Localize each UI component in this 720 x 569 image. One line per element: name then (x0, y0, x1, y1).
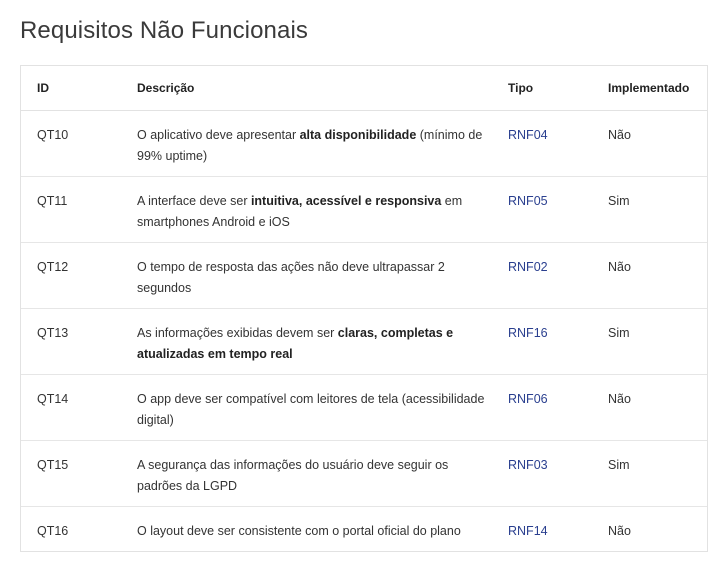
cell-implementado: Sim (592, 440, 707, 507)
table-body: QT10 O aplicativo deve apresentar alta di… (21, 110, 707, 551)
cell-implementado: Não (592, 374, 707, 441)
table-header: ID Descrição Tipo Implementado (21, 66, 707, 111)
cell-descricao: A segurança das informações do usuário d… (121, 440, 492, 507)
page-title: Requisitos Não Funcionais (20, 17, 308, 44)
cell-tipo: RNF03 (492, 440, 592, 507)
cell-descricao: O layout deve ser consistente com o port… (121, 507, 492, 551)
cell-descricao: O aplicativo deve apresentar alta dispon… (121, 110, 492, 177)
table-row: QT10 O aplicativo deve apresentar alta di… (21, 110, 707, 177)
header-row: ID Descrição Tipo Implementado (21, 66, 707, 111)
table-row: QT15 A segurança das informações do usuár… (21, 440, 707, 507)
cell-descricao: As informações exibidas devem ser claras… (121, 308, 492, 375)
cell-id: QT13 (21, 308, 121, 375)
cell-id: QT11 (21, 176, 121, 243)
description-text: O aplicativo deve apresentar (137, 128, 300, 142)
cell-tipo: RNF02 (492, 242, 592, 309)
requirement-type-link[interactable]: RNF14 (508, 524, 548, 538)
column-header-id: ID (21, 66, 121, 111)
requirement-type-link[interactable]: RNF16 (508, 326, 548, 340)
table-row: QT13 As informações exibidas devem ser cl… (21, 308, 707, 375)
cell-descricao: O app deve ser compatível com leitores d… (121, 374, 492, 441)
requirement-type-link[interactable]: RNF02 (508, 260, 548, 274)
description-emphasis: alta disponibilidade (299, 128, 417, 142)
table-row: QT12 O tempo de resposta das ações não de… (21, 242, 707, 309)
requirement-type-link[interactable]: RNF04 (508, 128, 548, 142)
cell-tipo: RNF16 (492, 308, 592, 375)
cell-tipo: RNF14 (492, 507, 592, 551)
description-text: O app deve ser compatível com leitores d… (137, 392, 485, 427)
column-header-descricao: Descrição (121, 66, 492, 111)
cell-implementado: Não (592, 242, 707, 309)
requirements-table-container: ID Descrição Tipo Implementado QT10 O apl… (20, 65, 708, 552)
cell-implementado: Sim (592, 308, 707, 375)
column-header-tipo: Tipo (492, 66, 592, 111)
cell-descricao: O tempo de resposta das ações não deve u… (121, 242, 492, 309)
cell-descricao: A interface deve ser intuitiva, acessíve… (121, 176, 492, 243)
column-header-implementado: Implementado (592, 66, 707, 111)
description-text: A segurança das informações do usuário d… (137, 458, 449, 493)
cell-id: QT14 (21, 374, 121, 441)
cell-id: QT10 (21, 110, 121, 177)
cell-implementado: Não (608, 524, 631, 538)
table-row: QT11 A interface deve ser intuitiva, aces… (21, 176, 707, 243)
table-row: QT16 O layout deve ser consistente com o … (21, 507, 707, 551)
description-text: O tempo de resposta das ações não deve u… (137, 260, 445, 295)
requirement-type-link[interactable]: RNF05 (508, 194, 548, 208)
cell-tipo: RNF05 (492, 176, 592, 243)
description-emphasis: intuitiva, acessível e responsiva (250, 194, 442, 208)
cell-implementado: Não (592, 110, 707, 177)
description-text: As informações exibidas devem ser (137, 326, 338, 340)
requirements-table: ID Descrição Tipo Implementado QT10 O apl… (21, 66, 707, 551)
cell-implementado: Sim (592, 176, 707, 243)
cell-id: QT12 (21, 242, 121, 309)
cell-tipo: RNF06 (492, 374, 592, 441)
cell-id: QT16 (37, 524, 69, 538)
table-row: QT14 O app deve ser compatível com leitor… (21, 374, 707, 441)
requirement-type-link[interactable]: RNF06 (508, 392, 548, 406)
requirement-type-link[interactable]: RNF03 (508, 458, 548, 472)
cell-id: QT15 (21, 440, 121, 507)
description-text: O layout deve ser consistente com o port… (137, 524, 461, 538)
description-text: A interface deve ser (137, 194, 251, 208)
cell-tipo: RNF04 (492, 110, 592, 177)
